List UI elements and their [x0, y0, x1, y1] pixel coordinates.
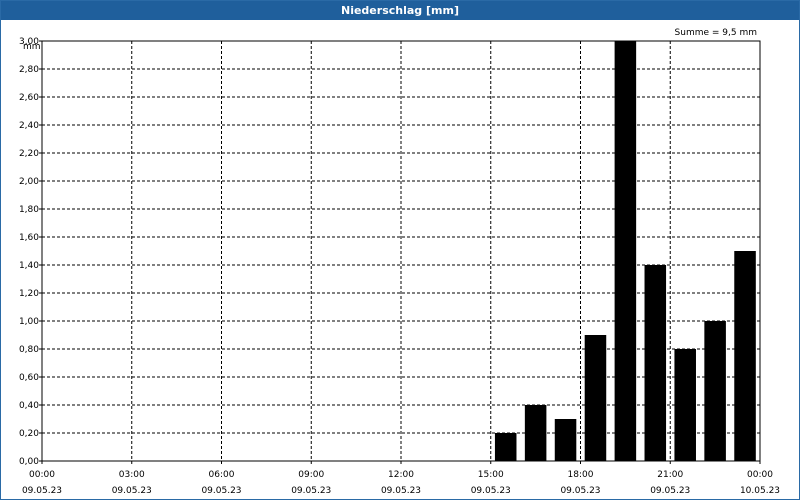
x-tick-time: 12:00 — [388, 470, 414, 480]
y-tick-label: 1,60 — [19, 233, 39, 243]
y-tick-label: 0,40 — [19, 401, 39, 411]
y-tick-label: 0,20 — [19, 429, 39, 439]
x-tick-date: 10.05.23 — [740, 486, 780, 496]
y-tick-label: 0,80 — [19, 345, 39, 355]
x-tick-date: 09.05.23 — [471, 486, 511, 496]
y-tick-label: 1,00 — [19, 317, 39, 327]
x-tick-date: 09.05.23 — [201, 486, 241, 496]
bar — [584, 335, 607, 461]
y-axis-label: mm — [23, 42, 41, 52]
x-tick-date: 09.05.23 — [381, 486, 421, 496]
precipitation-chart: 0,00 0,20 0,40 0,60 0,80 1,00 1,20 1,40 1,60 1,80… — [19, 28, 780, 496]
window-title: Niederschlag [mm] — [1, 1, 799, 20]
bar — [494, 433, 517, 461]
x-tick-time: 18:00 — [568, 470, 594, 480]
sum-annotation: Summe = 9,5 mm — [675, 28, 757, 38]
x-tick-time: 15:00 — [478, 470, 504, 480]
x-tick-time: 09:00 — [298, 470, 324, 480]
y-tick-label: 2,60 — [19, 93, 39, 103]
bar — [674, 349, 696, 461]
bar — [644, 265, 667, 461]
x-tick-date: 09.05.23 — [112, 486, 152, 496]
y-tick-label: 2,20 — [19, 149, 39, 159]
bar — [614, 41, 637, 461]
y-tick-label: 2,80 — [19, 65, 39, 75]
x-tick-time: 00:00 — [29, 470, 55, 480]
x-tick-date: 09.05.23 — [291, 486, 331, 496]
x-tick-time: 06:00 — [209, 470, 235, 480]
bar — [704, 321, 726, 461]
x-tick-time: 00:00 — [747, 470, 773, 480]
y-tick-label: 1,40 — [19, 261, 39, 271]
y-tick-label: 1,20 — [19, 289, 39, 299]
x-tick-time: 03:00 — [119, 470, 145, 480]
x-tick-time: 21:00 — [657, 470, 683, 480]
bar — [734, 251, 756, 461]
x-tick-date: 09.05.23 — [650, 486, 690, 496]
chart-window: Niederschlag [mm] 0,00 0,20 0,40 0,60 0,80 1,… — [0, 0, 800, 500]
y-tick-label: 0,60 — [19, 373, 39, 383]
y-tick-label: 2,00 — [19, 177, 39, 187]
bar — [524, 405, 547, 461]
y-tick-label: 1,80 — [19, 205, 39, 215]
x-tick-date: 09.05.23 — [22, 486, 62, 496]
x-tick-date: 09.05.23 — [560, 486, 600, 496]
chart-bars — [494, 41, 756, 461]
y-tick-label: 2,40 — [19, 121, 39, 131]
y-tick-label: 0,00 — [19, 457, 39, 467]
bar — [554, 419, 577, 461]
